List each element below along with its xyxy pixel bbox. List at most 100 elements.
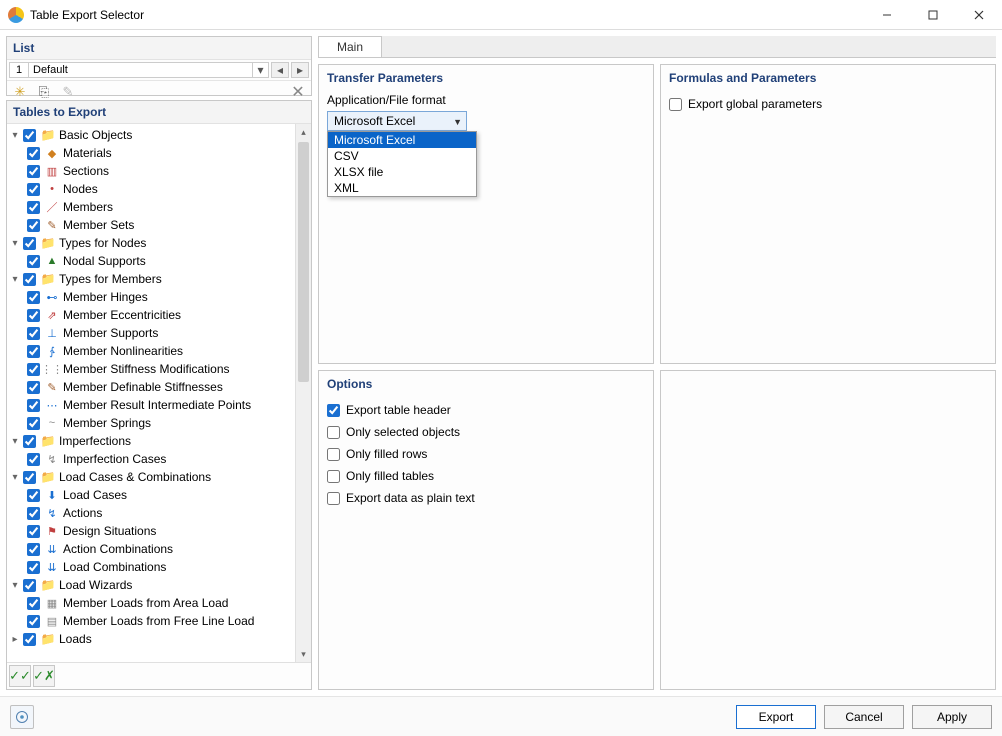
tree-item[interactable]: ⇊Action Combinations: [7, 540, 311, 558]
tree-checkbox[interactable]: [23, 435, 36, 448]
tree-item[interactable]: ⋯Member Result Intermediate Points: [7, 396, 311, 414]
tree-item[interactable]: ⊷Member Hinges: [7, 288, 311, 306]
tree-checkbox[interactable]: [27, 165, 40, 178]
tree-item[interactable]: ⇗Member Eccentricities: [7, 306, 311, 324]
tree-item[interactable]: ▲Nodal Supports: [7, 252, 311, 270]
expander-icon[interactable]: ▸: [9, 634, 21, 645]
tree-item[interactable]: ↯Actions: [7, 504, 311, 522]
tree-checkbox[interactable]: [27, 219, 40, 232]
list-prev-button[interactable]: ◂: [271, 62, 289, 78]
expander-icon[interactable]: ▾: [9, 436, 21, 447]
tree-item[interactable]: •Nodes: [7, 180, 311, 198]
format-option[interactable]: Microsoft Excel: [328, 132, 476, 148]
scroll-down-icon[interactable]: ▾: [296, 646, 311, 662]
option-row[interactable]: Only selected objects: [327, 421, 645, 443]
tree-checkbox[interactable]: [27, 453, 40, 466]
scroll-thumb[interactable]: [298, 142, 309, 382]
tree-checkbox[interactable]: [27, 507, 40, 520]
option-checkbox[interactable]: [327, 426, 340, 439]
tree-checkbox[interactable]: [23, 579, 36, 592]
tree-item[interactable]: ▤Member Loads from Free Line Load: [7, 612, 311, 630]
tree-folder[interactable]: ▾📁Load Wizards: [7, 576, 311, 594]
tree-item[interactable]: ⊥Member Supports: [7, 324, 311, 342]
format-dropdown[interactable]: Microsoft ExcelCSVXLSX fileXML: [327, 131, 477, 197]
list-name[interactable]: Default: [29, 62, 253, 78]
tree-item[interactable]: ∱Member Nonlinearities: [7, 342, 311, 360]
apply-button[interactable]: Apply: [912, 705, 992, 729]
tree-checkbox[interactable]: [23, 471, 36, 484]
tree-folder[interactable]: ▸📁Loads: [7, 630, 311, 648]
tab-main[interactable]: Main: [318, 36, 382, 57]
tree-checkbox[interactable]: [27, 399, 40, 412]
scrollbar[interactable]: ▴ ▾: [295, 124, 311, 662]
minimize-button[interactable]: [864, 0, 910, 30]
expander-icon[interactable]: ▾: [9, 274, 21, 285]
option-row[interactable]: Export data as plain text: [327, 487, 645, 509]
tree-item[interactable]: ⇊Load Combinations: [7, 558, 311, 576]
tree-checkbox[interactable]: [27, 489, 40, 502]
tree-checkbox[interactable]: [27, 345, 40, 358]
tree-checkbox[interactable]: [27, 255, 40, 268]
tree-checkbox[interactable]: [27, 291, 40, 304]
list-number[interactable]: 1: [9, 62, 29, 78]
expander-icon[interactable]: ▾: [9, 580, 21, 591]
format-select[interactable]: Microsoft Excel ▼: [327, 111, 467, 131]
list-next-button[interactable]: ▸: [291, 62, 309, 78]
tree-item[interactable]: ↯Imperfection Cases: [7, 450, 311, 468]
option-checkbox[interactable]: [327, 470, 340, 483]
tree-checkbox[interactable]: [27, 615, 40, 628]
tree-item[interactable]: ✎Member Definable Stiffnesses: [7, 378, 311, 396]
close-button[interactable]: [956, 0, 1002, 30]
tree-checkbox[interactable]: [27, 363, 40, 376]
option-row[interactable]: Only filled tables: [327, 465, 645, 487]
tree-checkbox[interactable]: [27, 183, 40, 196]
tree-item[interactable]: ▥Sections: [7, 162, 311, 180]
expander-icon[interactable]: ▾: [9, 238, 21, 249]
tree-checkbox[interactable]: [27, 381, 40, 394]
tree-checkbox[interactable]: [27, 327, 40, 340]
format-option[interactable]: XLSX file: [328, 164, 476, 180]
expander-icon[interactable]: ▾: [9, 472, 21, 483]
tree-checkbox[interactable]: [27, 561, 40, 574]
tree-folder[interactable]: ▾📁Load Cases & Combinations: [7, 468, 311, 486]
tree-item[interactable]: ／Members: [7, 198, 311, 216]
tree-item[interactable]: ⚑Design Situations: [7, 522, 311, 540]
tree-checkbox[interactable]: [27, 525, 40, 538]
export-global-checkbox[interactable]: [669, 98, 682, 111]
tree-item[interactable]: ~Member Springs: [7, 414, 311, 432]
tree-checkbox[interactable]: [27, 201, 40, 214]
tree-checkbox[interactable]: [27, 309, 40, 322]
tree-checkbox[interactable]: [27, 543, 40, 556]
format-option[interactable]: XML: [328, 180, 476, 196]
tree-checkbox[interactable]: [27, 417, 40, 430]
export-button[interactable]: Export: [736, 705, 816, 729]
option-checkbox[interactable]: [327, 492, 340, 505]
cancel-button[interactable]: Cancel: [824, 705, 904, 729]
tree-folder[interactable]: ▾📁Types for Members: [7, 270, 311, 288]
option-checkbox[interactable]: [327, 448, 340, 461]
option-checkbox[interactable]: [327, 404, 340, 417]
tree-folder[interactable]: ▾📁Types for Nodes: [7, 234, 311, 252]
tree-checkbox[interactable]: [23, 633, 36, 646]
option-row[interactable]: Only filled rows: [327, 443, 645, 465]
tree-item[interactable]: ▦Member Loads from Area Load: [7, 594, 311, 612]
tree-item[interactable]: ◆Materials: [7, 144, 311, 162]
tree-folder[interactable]: ▾📁Basic Objects: [7, 126, 311, 144]
export-global-row[interactable]: Export global parameters: [669, 93, 987, 115]
select-all-button[interactable]: ✓✓: [9, 665, 31, 687]
help-button[interactable]: [10, 705, 34, 729]
tree-item[interactable]: ✎Member Sets: [7, 216, 311, 234]
tree-checkbox[interactable]: [23, 237, 36, 250]
list-dropdown-button[interactable]: ▾: [253, 62, 269, 78]
maximize-button[interactable]: [910, 0, 956, 30]
tree-checkbox[interactable]: [27, 147, 40, 160]
option-row[interactable]: Export table header: [327, 399, 645, 421]
format-option[interactable]: CSV: [328, 148, 476, 164]
scroll-up-icon[interactable]: ▴: [296, 124, 311, 140]
expander-icon[interactable]: ▾: [9, 130, 21, 141]
tree-folder[interactable]: ▾📁Imperfections: [7, 432, 311, 450]
tree-checkbox[interactable]: [23, 273, 36, 286]
deselect-all-button[interactable]: ✓✗: [33, 665, 55, 687]
tree-item[interactable]: ⋮⋮Member Stiffness Modifications: [7, 360, 311, 378]
tree-item[interactable]: ⬇Load Cases: [7, 486, 311, 504]
